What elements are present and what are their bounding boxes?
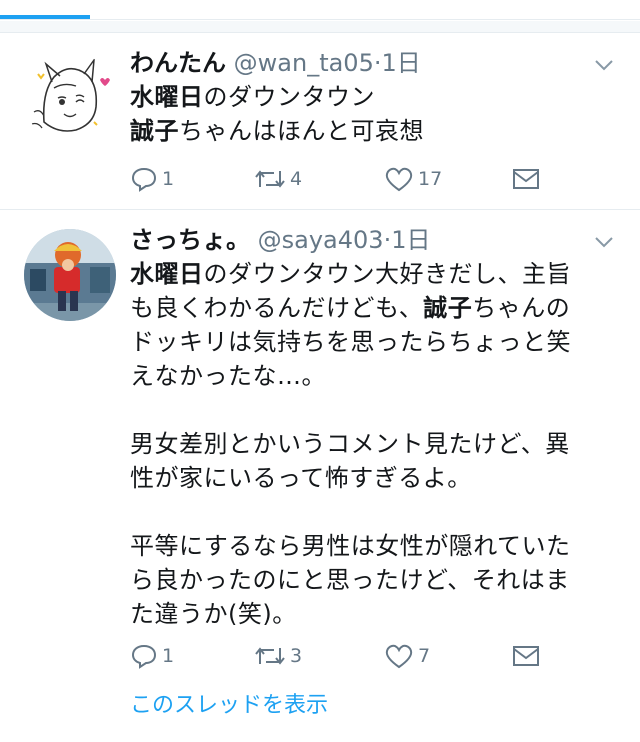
tweet-text-line: 性が家にいるって怖すぎるよ。: [130, 461, 620, 495]
tweet-header: わんたん @wan_ta05·1日: [130, 46, 620, 80]
reply-icon: [131, 167, 157, 192]
reply-button[interactable]: 1: [130, 641, 174, 671]
dm-button[interactable]: [512, 641, 540, 671]
retweet-button[interactable]: 3: [254, 641, 302, 671]
avatar[interactable]: [24, 52, 116, 144]
heart-icon: [385, 167, 413, 192]
retweet-icon: [255, 647, 285, 665]
tweet-text-line: ら良かったのにと思ったけど、それはま: [130, 563, 620, 597]
bold-text: 誠子: [130, 117, 179, 145]
tweet-text: 水曜日のダウンタウン大好きだし、主旨 も良くわかるんだけども、誠子ちゃんの ドッキリ…: [130, 257, 620, 631]
text-segment: ら良かったのにと思ったけど、それはま: [130, 566, 570, 594]
tweet-text: 水曜日のダウンタウン 誠子ちゃんはほんと可哀想: [130, 80, 620, 148]
tweet-text-line: 水曜日のダウンタウン大好きだし、主旨: [130, 257, 620, 291]
section-divider: [0, 21, 640, 33]
retweet-count: 3: [290, 645, 303, 667]
timestamp[interactable]: 1日: [391, 226, 430, 254]
like-button[interactable]: 17: [384, 164, 442, 194]
text-segment: た違うか(笑)。: [130, 600, 297, 628]
tweet[interactable]: わんたん @wan_ta05·1日 水曜日のダウンタウン 誠子ちゃんはほんと可哀想…: [0, 34, 640, 210]
reply-count: 1: [162, 168, 175, 190]
display-name[interactable]: さっちょ。: [130, 226, 250, 254]
text-segment: も良くわかるんだけども、: [130, 294, 424, 322]
tweet-text-line: えなかったな…。: [130, 359, 620, 393]
display-name[interactable]: わんたん: [130, 49, 226, 77]
heart-icon: [385, 644, 413, 669]
envelope-icon: [513, 646, 539, 666]
text-segment: ちゃんはほんと可哀想: [179, 117, 424, 145]
reply-button[interactable]: 1: [130, 164, 174, 194]
like-count: 17: [418, 168, 443, 190]
tweet-text-line: た違うか(笑)。: [130, 597, 620, 631]
tweet-text-line: 男女差別とかいうコメント見たけど、異: [130, 427, 620, 461]
tweet-text-line: 誠子ちゃんはほんと可哀想: [130, 114, 620, 148]
user-handle[interactable]: @wan_ta05: [234, 49, 374, 77]
text-segment: えなかったな…。: [130, 362, 326, 390]
timestamp[interactable]: 1日: [381, 49, 420, 77]
reply-icon: [131, 644, 157, 669]
bold-text: 水曜日: [130, 83, 204, 111]
reply-count: 1: [162, 645, 175, 667]
text-segment: 性が家にいるって怖すぎるよ。: [130, 464, 472, 492]
active-tab-indicator: [0, 15, 90, 19]
retweet-count: 4: [290, 168, 303, 190]
tweet-header: さっちょ。 @saya403·1日: [130, 223, 620, 257]
show-thread-link[interactable]: このスレッドを表示: [130, 687, 328, 719]
chevron-down-icon[interactable]: [594, 58, 614, 72]
text-segment: ドッキリは気持ちを思ったらちょっと笑: [130, 328, 571, 356]
like-count: 7: [418, 645, 431, 667]
tweet-text-line: 平等にするなら男性は女性が隠れていた: [130, 529, 620, 563]
tweet-text-line: 水曜日のダウンタウン: [130, 80, 620, 114]
tweet[interactable]: さっちょ。 @saya403·1日 水曜日のダウンタウン大好きだし、主旨 も良くわ…: [0, 211, 640, 742]
tweet-text-line: も良くわかるんだけども、誠子ちゃんの: [130, 291, 620, 325]
retweet-button[interactable]: 4: [254, 164, 302, 194]
bold-text: 水曜日: [130, 260, 204, 288]
text-segment: 平等にするなら男性は女性が隠れていた: [130, 532, 571, 560]
top-tab-bar: [0, 0, 640, 20]
envelope-icon: [513, 169, 539, 189]
avatar[interactable]: [24, 229, 116, 321]
tweet-text-line: ドッキリは気持ちを思ったらちょっと笑: [130, 325, 620, 359]
text-segment: 男女差別とかいうコメント見たけど、異: [130, 430, 570, 458]
text-segment: のダウンタウン: [203, 83, 375, 111]
tweet-actions: 1 4 17: [130, 164, 550, 194]
text-segment: のダウンタウン大好きだし、主旨: [203, 260, 571, 288]
user-handle[interactable]: @saya403: [258, 226, 384, 254]
tweet-actions: 1 3 7: [130, 641, 550, 671]
retweet-icon: [255, 170, 285, 188]
dm-button[interactable]: [512, 164, 540, 194]
chevron-down-icon[interactable]: [594, 235, 614, 249]
like-button[interactable]: 7: [384, 641, 430, 671]
bold-text: 誠子: [423, 294, 473, 322]
text-segment: ちゃんの: [472, 294, 571, 322]
